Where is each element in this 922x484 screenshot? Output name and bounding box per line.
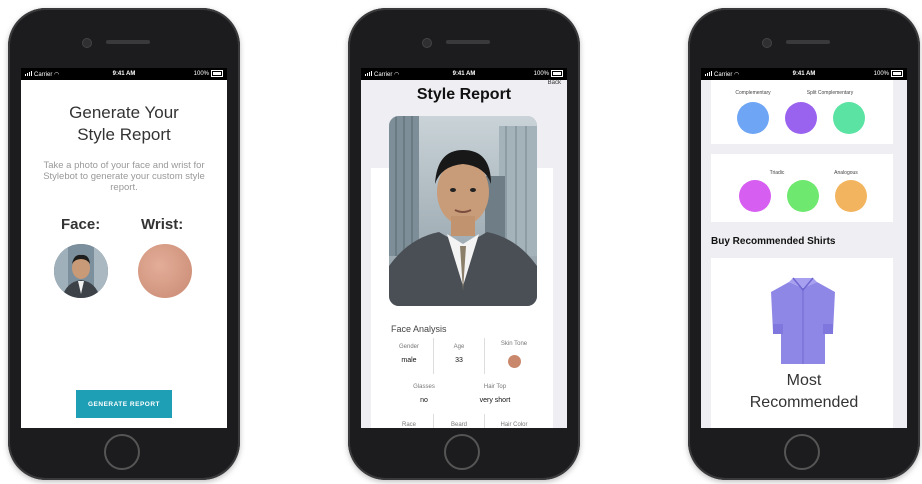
screen-recommendations: Carrier ◠ 9:41 AM 100% Complementary Spl… [701, 68, 907, 428]
phone-generate: Carrier ◠ 9:41 AM 100% Generate Your Sty… [8, 8, 240, 480]
face-photo[interactable] [54, 244, 108, 298]
earpiece-speaker [786, 40, 830, 44]
wifi-icon: ◠ [54, 71, 60, 78]
screen-generate-report: Carrier ◠ 9:41 AM 100% Generate Your Sty… [21, 68, 227, 428]
title-line-1: Generate Your [69, 103, 179, 122]
face-photo [389, 116, 537, 306]
palette-swatch[interactable] [785, 102, 817, 134]
palette-swatch[interactable] [737, 102, 769, 134]
earpiece-speaker [446, 40, 490, 44]
triadic-label: Triadic [769, 170, 785, 176]
status-bar: Carrier ◠ 9:41 AM 100% [361, 68, 567, 80]
phone-style-report: Carrier ◠ 9:41 AM 100% Back Style Report [348, 8, 580, 480]
analogous-label: Analogous [834, 170, 858, 176]
battery-percent: 100% [533, 71, 549, 78]
battery-icon [551, 70, 563, 78]
skin-tone-label: Skin Tone [500, 341, 528, 347]
shirt-icon[interactable] [767, 276, 839, 368]
battery-info: 100% [193, 70, 223, 78]
age-cell: Age 33 [439, 344, 479, 364]
shirt-label-line-2: Recommended [749, 394, 859, 411]
wifi-icon: ◠ [394, 71, 400, 78]
face-photo-image [54, 244, 108, 298]
page-title: Style Report [416, 86, 512, 103]
gender-label: Gender [398, 344, 419, 350]
divider [484, 414, 485, 428]
age-value: 33 [455, 357, 463, 364]
race-cell: Race [389, 422, 429, 428]
gender-cell: Gender male [389, 344, 429, 364]
signal-icon [25, 70, 32, 76]
instructions-text: Take a photo of your face and wrist for … [43, 160, 205, 193]
battery-icon [211, 70, 223, 78]
clock: 9:41 AM [452, 71, 476, 77]
page-title: Generate Your Style Report [21, 102, 227, 146]
home-button[interactable] [784, 434, 820, 470]
phone-recommendations: Carrier ◠ 9:41 AM 100% Complementary Spl… [688, 8, 920, 480]
palette-swatch[interactable] [833, 102, 865, 134]
battery-icon [891, 70, 903, 78]
status-bar: Carrier ◠ 9:41 AM 100% [21, 68, 227, 80]
title-line-2: Style Report [77, 125, 171, 144]
glasses-value: no [420, 397, 428, 404]
skin-tone-cell: Skin Tone [491, 341, 537, 368]
wifi-icon: ◠ [734, 71, 740, 78]
age-label: Age [453, 344, 465, 350]
shirt-label-line-1: Most [786, 372, 822, 389]
skin-tone-swatch [507, 355, 521, 368]
race-label: Race [401, 422, 416, 428]
most-recommended-label: Most Recommended [701, 370, 907, 414]
battery-percent: 100% [873, 71, 889, 78]
beard-cell: Beard [439, 422, 479, 428]
wrist-photo[interactable] [138, 244, 192, 298]
face-photo-image [389, 116, 537, 306]
signal-icon [365, 70, 372, 76]
split-complementary-label: Split Complementary [806, 90, 854, 96]
hair-color-label: Hair Color [500, 422, 528, 428]
battery-info: 100% [533, 70, 563, 78]
carrier-info: Carrier ◠ [25, 70, 60, 78]
glasses-label: Glasses [413, 384, 435, 390]
hair-top-value: very short [479, 397, 511, 404]
home-button[interactable] [444, 434, 480, 470]
face-label: Face: [61, 216, 101, 233]
front-camera [422, 38, 432, 48]
hair-top-label: Hair Top [483, 384, 507, 390]
divider [433, 338, 434, 374]
carrier-info: Carrier ◠ [365, 70, 400, 78]
clock: 9:41 AM [792, 71, 816, 77]
wrist-label: Wrist: [141, 216, 184, 233]
buy-shirts-heading: Buy Recommended Shirts [711, 236, 836, 247]
carrier-label: Carrier [34, 71, 53, 78]
battery-percent: 100% [193, 71, 209, 78]
carrier-label: Carrier [374, 71, 393, 78]
hair-top-cell: Hair Top very short [467, 384, 523, 404]
home-button[interactable] [104, 434, 140, 470]
screen-style-report: Carrier ◠ 9:41 AM 100% Back Style Report [361, 68, 567, 428]
glasses-cell: Glasses no [401, 384, 447, 404]
clock: 9:41 AM [112, 71, 136, 77]
front-camera [82, 38, 92, 48]
divider [484, 338, 485, 374]
face-analysis-heading: Face Analysis [391, 324, 447, 334]
generate-report-button[interactable]: GENERATE REPORT [76, 390, 172, 418]
complementary-label: Complementary [735, 90, 771, 96]
carrier-info: Carrier ◠ [705, 70, 740, 78]
front-camera [762, 38, 772, 48]
divider [433, 414, 434, 428]
palette-swatch[interactable] [739, 180, 771, 212]
carrier-label: Carrier [714, 71, 733, 78]
beard-label: Beard [450, 422, 467, 428]
palette-swatch[interactable] [787, 180, 819, 212]
signal-icon [705, 70, 712, 76]
gender-value: male [401, 357, 417, 364]
palette-swatch[interactable] [835, 180, 867, 212]
battery-info: 100% [873, 70, 903, 78]
earpiece-speaker [106, 40, 150, 44]
hair-color-cell: Hair Color [491, 422, 537, 428]
status-bar: Carrier ◠ 9:41 AM 100% [701, 68, 907, 80]
